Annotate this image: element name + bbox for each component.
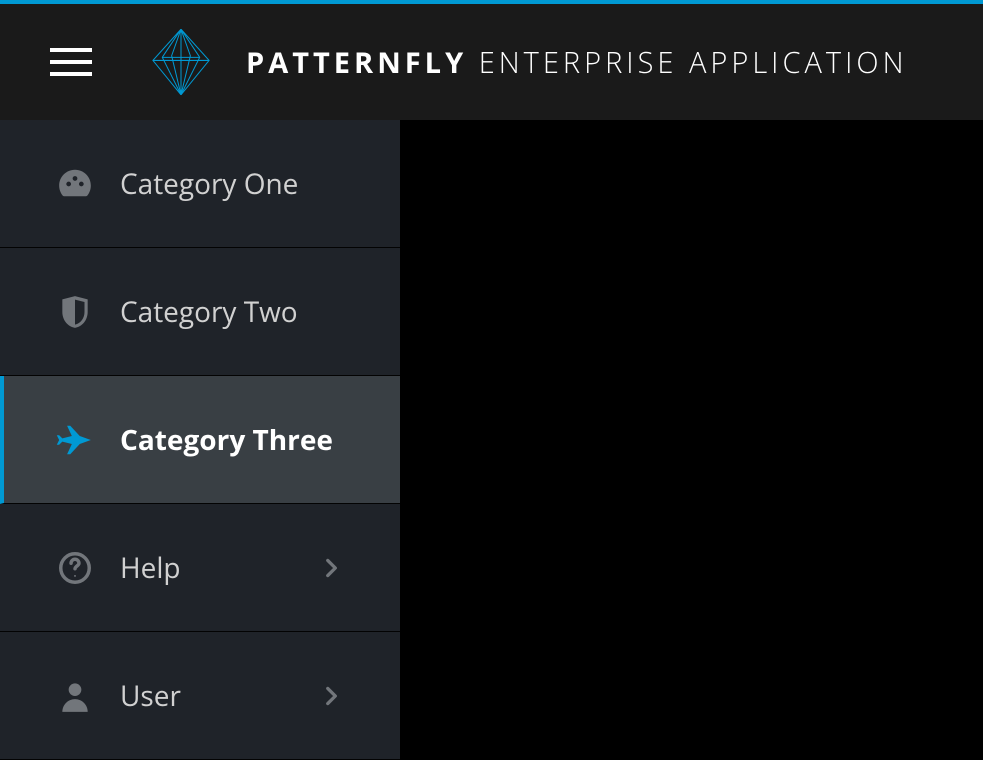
sidebar-item-label: Category Two xyxy=(120,293,344,331)
plane-icon xyxy=(56,421,94,459)
sidebar-item-label: Help xyxy=(120,549,318,587)
sidebar-item-category-two[interactable]: Category Two xyxy=(0,248,400,376)
dashboard-icon xyxy=(56,165,94,203)
sidebar-item-category-one[interactable]: Category One xyxy=(0,120,400,248)
sidebar-nav: Category One Category Two Category Three xyxy=(0,120,400,760)
sidebar-item-label: Category One xyxy=(120,165,344,203)
brand-title-light: ENTERPRISE APPLICATION xyxy=(479,43,908,82)
shield-icon xyxy=(56,293,94,331)
sidebar-item-category-three[interactable]: Category Three xyxy=(0,376,400,504)
sidebar-item-label: User xyxy=(120,677,318,715)
hamburger-line xyxy=(50,48,92,52)
brand-title: PATTERNFLY ENTERPRISE APPLICATION xyxy=(246,43,908,82)
content-wrapper: Category One Category Two Category Three xyxy=(0,120,983,760)
help-icon xyxy=(56,549,94,587)
main-content-area xyxy=(400,120,983,760)
brand[interactable]: PATTERNFLY ENTERPRISE APPLICATION xyxy=(142,23,908,101)
hamburger-menu-button[interactable] xyxy=(50,48,92,76)
chevron-right-icon xyxy=(318,555,344,581)
sidebar-item-label: Category Three xyxy=(120,421,344,459)
brand-title-bold: PATTERNFLY xyxy=(246,43,467,82)
chevron-right-icon xyxy=(318,683,344,709)
patternfly-logo-icon xyxy=(142,23,220,101)
user-icon xyxy=(56,677,94,715)
hamburger-line xyxy=(50,60,92,64)
masthead: PATTERNFLY ENTERPRISE APPLICATION xyxy=(0,4,983,120)
sidebar-item-help[interactable]: Help xyxy=(0,504,400,632)
sidebar-item-user[interactable]: User xyxy=(0,632,400,760)
hamburger-line xyxy=(50,72,92,76)
